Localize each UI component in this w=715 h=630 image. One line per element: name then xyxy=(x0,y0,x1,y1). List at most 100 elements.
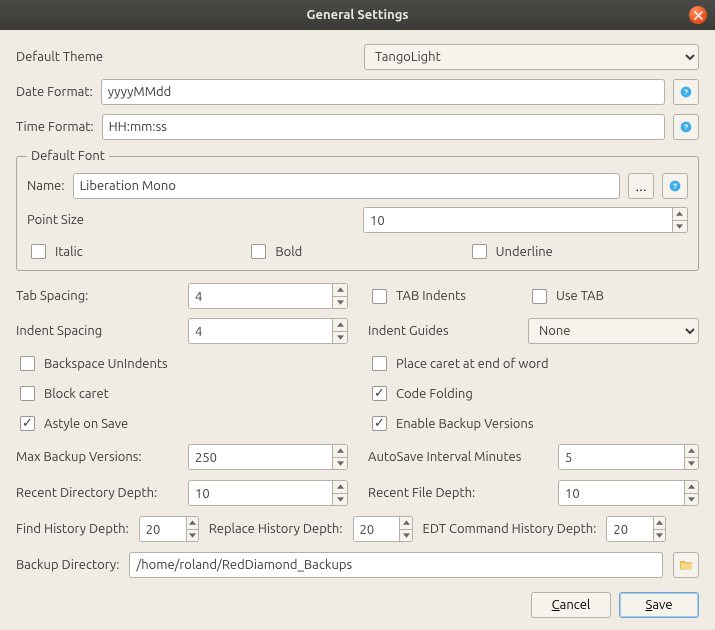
spin-up[interactable] xyxy=(187,517,198,530)
spin-up[interactable] xyxy=(333,319,347,332)
save-button-rest: ave xyxy=(652,598,672,612)
code-folding-checkbox[interactable]: Code Folding xyxy=(368,383,699,404)
date-format-label: Date Format: xyxy=(16,85,93,99)
close-button[interactable] xyxy=(689,6,707,24)
chevron-up-icon xyxy=(337,448,344,453)
font-name-input[interactable] xyxy=(73,173,620,199)
svg-text:?: ? xyxy=(684,123,689,132)
indent-spacing-label: Indent Spacing xyxy=(16,324,188,338)
default-font-group: Default Font Name: ... ? Point Size xyxy=(16,149,699,271)
max-backup-label: Max Backup Versions: xyxy=(16,450,188,464)
spin-up[interactable] xyxy=(685,481,698,494)
spin-down[interactable] xyxy=(685,494,698,506)
help-icon: ? xyxy=(680,118,692,136)
backup-dir-input[interactable] xyxy=(129,552,663,578)
date-format-help-button[interactable]: ? xyxy=(673,79,699,105)
point-size-up[interactable] xyxy=(673,208,687,221)
chevron-up-icon xyxy=(656,520,663,525)
find-history-label: Find History Depth: xyxy=(16,522,129,536)
spin-up[interactable] xyxy=(400,517,411,530)
default-theme-select[interactable]: TangoLight xyxy=(364,44,699,70)
spin-down[interactable] xyxy=(333,297,347,309)
font-help-button[interactable]: ? xyxy=(662,173,688,199)
chevron-down-icon xyxy=(337,497,344,502)
chevron-up-icon xyxy=(189,520,196,525)
save-button[interactable]: Save xyxy=(619,592,699,618)
autosave-label: AutoSave Interval Minutes xyxy=(368,450,558,464)
find-history-spinner[interactable] xyxy=(139,516,199,542)
chevron-down-icon xyxy=(337,461,344,466)
cancel-button[interactable]: Cancel xyxy=(531,592,611,618)
edt-history-spinner[interactable] xyxy=(606,516,666,542)
chevron-up-icon xyxy=(337,322,344,327)
block-caret-checkbox[interactable]: Block caret xyxy=(16,383,348,404)
indent-spacing-spinner[interactable] xyxy=(188,318,348,344)
recent-dir-depth-label: Recent Directory Depth: xyxy=(16,486,188,500)
point-size-input[interactable] xyxy=(364,208,672,233)
time-format-help-button[interactable]: ? xyxy=(673,114,699,140)
astyle-on-save-checkbox[interactable]: Astyle on Save xyxy=(16,413,348,434)
bold-checkbox[interactable]: Bold xyxy=(247,241,467,262)
chevron-up-icon xyxy=(337,287,344,292)
default-font-legend: Default Font xyxy=(27,149,109,163)
tab-spacing-label: Tab Spacing: xyxy=(16,289,188,303)
chevron-down-icon xyxy=(337,300,344,305)
spin-up[interactable] xyxy=(333,284,347,297)
cancel-button-rest: ancel xyxy=(560,598,591,612)
font-browse-button[interactable]: ... xyxy=(628,173,654,199)
chevron-up-icon xyxy=(688,448,695,453)
recent-file-depth-label: Recent File Depth: xyxy=(368,486,558,500)
point-size-spinner[interactable] xyxy=(363,207,688,233)
chevron-up-icon xyxy=(676,211,683,216)
recent-dir-depth-spinner[interactable] xyxy=(188,480,348,506)
use-tab-checkbox[interactable]: Use TAB xyxy=(528,286,699,307)
spin-up[interactable] xyxy=(333,445,347,458)
spin-up[interactable] xyxy=(333,481,347,494)
folder-icon xyxy=(680,558,692,572)
underline-checkbox[interactable]: Underline xyxy=(468,241,688,262)
indent-guides-label: Indent Guides xyxy=(368,324,528,338)
spin-down[interactable] xyxy=(400,530,411,542)
window-title: General Settings xyxy=(307,8,409,22)
chevron-down-icon xyxy=(676,224,683,229)
indent-guides-select[interactable]: None xyxy=(528,318,699,344)
help-icon: ? xyxy=(680,83,692,101)
replace-history-label: Replace History Depth: xyxy=(209,522,343,536)
max-backup-spinner[interactable] xyxy=(188,444,348,470)
spin-down[interactable] xyxy=(654,530,665,542)
backspace-unindents-checkbox[interactable]: Backspace UnIndents xyxy=(16,353,348,374)
enable-backup-checkbox[interactable]: Enable Backup Versions xyxy=(368,413,699,434)
replace-history-spinner[interactable] xyxy=(353,516,413,542)
spin-down[interactable] xyxy=(685,458,698,470)
chevron-down-icon xyxy=(403,533,410,538)
chevron-up-icon xyxy=(688,484,695,489)
date-format-input[interactable] xyxy=(101,79,665,105)
italic-checkbox[interactable]: Italic xyxy=(27,241,247,262)
chevron-up-icon xyxy=(337,484,344,489)
spin-up[interactable] xyxy=(654,517,665,530)
recent-file-depth-spinner[interactable] xyxy=(558,480,699,506)
chevron-down-icon xyxy=(337,335,344,340)
titlebar: General Settings xyxy=(0,0,715,30)
close-icon xyxy=(694,11,703,20)
spin-down[interactable] xyxy=(333,494,347,506)
time-format-input[interactable] xyxy=(102,114,665,140)
svg-text:?: ? xyxy=(684,88,689,97)
general-settings-dialog: General Settings Default Theme TangoLigh… xyxy=(0,0,715,623)
chevron-down-icon xyxy=(688,497,695,502)
spin-down[interactable] xyxy=(333,332,347,344)
chevron-up-icon xyxy=(403,520,410,525)
time-format-label: Time Format: xyxy=(16,120,94,134)
autosave-spinner[interactable] xyxy=(558,444,699,470)
backup-dir-browse-button[interactable] xyxy=(673,552,699,578)
tab-spacing-spinner[interactable] xyxy=(188,283,348,309)
tab-indents-checkbox[interactable]: TAB Indents xyxy=(368,286,528,307)
spin-down[interactable] xyxy=(187,530,198,542)
chevron-down-icon xyxy=(688,461,695,466)
spin-up[interactable] xyxy=(685,445,698,458)
point-size-down[interactable] xyxy=(673,221,687,233)
spin-down[interactable] xyxy=(333,458,347,470)
edt-history-label: EDT Command History Depth: xyxy=(423,522,597,536)
default-theme-label: Default Theme xyxy=(16,50,356,64)
place-caret-eow-checkbox[interactable]: Place caret at end of word xyxy=(368,353,699,374)
